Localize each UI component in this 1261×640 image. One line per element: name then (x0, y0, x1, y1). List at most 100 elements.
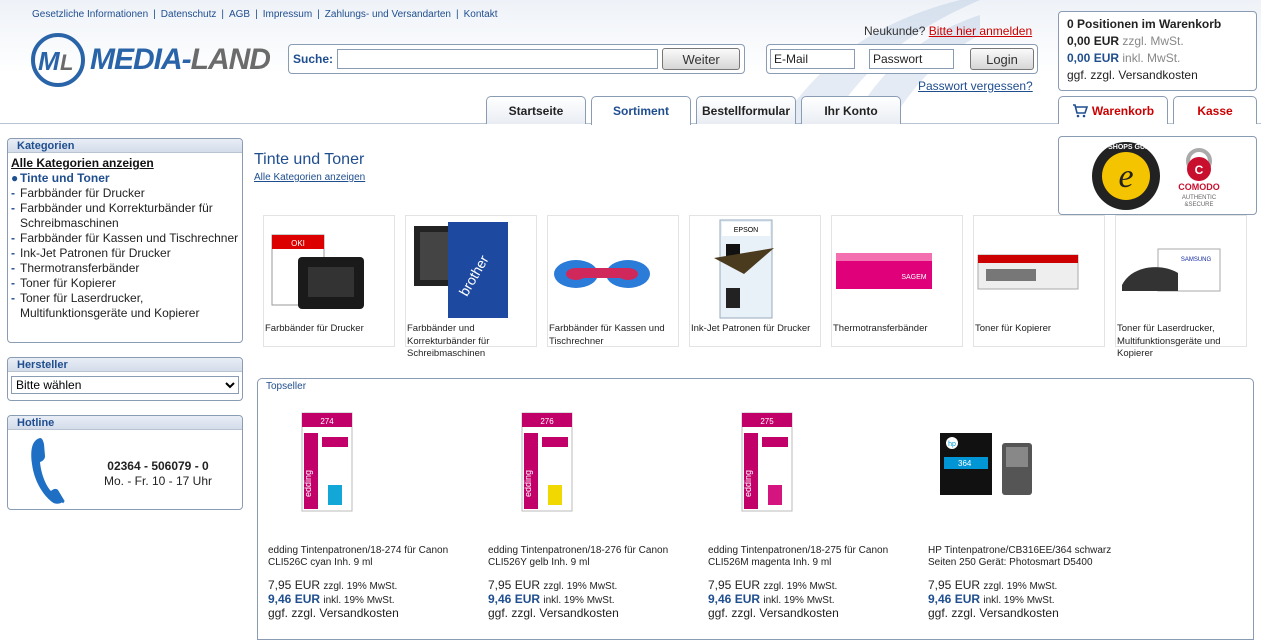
new-customer-text: Neukunde? (864, 24, 926, 38)
site-logo[interactable]: M L MEDIA-LAND (30, 32, 280, 88)
search-input[interactable] (337, 49, 659, 69)
dash-icon: - (11, 186, 15, 200)
category-tile-farbbaender-drucker[interactable]: OKI Farbbänder für Drucker (263, 215, 395, 347)
shopping-cart-icon (1072, 103, 1088, 117)
product-image: hp 364 (940, 433, 1032, 495)
category-tile-toner-kopierer[interactable]: Toner für Kopierer (973, 215, 1105, 347)
svg-text:L: L (60, 50, 73, 75)
product-shipping-note: ggf. zzgl. Versandkosten (928, 606, 1059, 620)
category-tile-label: Toner für Kopierer (975, 323, 1052, 334)
svg-text:edding: edding (743, 470, 753, 497)
product-badge: 275 (760, 417, 774, 426)
product-shipping-note: ggf. zzgl. Versandkosten (268, 606, 399, 620)
hotline-number: 02364 - 506079 - 0 (107, 459, 209, 473)
category-tile-kassen[interactable]: Farbbänder für Kassen und Tischrechner (547, 215, 679, 347)
tab-ihr-konto[interactable]: Ihr Konto (801, 96, 901, 124)
category-item-thermotransfer[interactable]: - Thermotransferbänder (11, 261, 239, 276)
svg-text:OKI: OKI (291, 239, 305, 248)
dash-icon: - (11, 261, 15, 275)
comodo-text-2: AUTHENTIC (1182, 195, 1217, 201)
product-name[interactable]: HP Tintenpatrone/CB316EE/364 schwarz Sei… (928, 545, 1138, 569)
product-net-price: 7,95 EUR zzgl. 19% MwSt. (708, 578, 838, 592)
comodo-text: COMODO (1178, 182, 1220, 192)
toplink-imprint[interactable]: Impressum (263, 9, 312, 20)
category-item-inkjet[interactable]: - Ink-Jet Patronen für Drucker (11, 246, 239, 261)
top-links: Gesetzliche Informationen | Datenschutz | AG… (32, 9, 498, 20)
category-tile-schreibmaschinen[interactable]: brother Farbbänder und Korrekturbänder f… (405, 215, 537, 359)
category-label: Farbbänder für Drucker (20, 186, 145, 200)
product-card[interactable]: hp 364 HP Tintenpatrone/CB316EE/364 schwar… (928, 407, 1138, 620)
category-label: Farbbänder für Kassen und Tischrechner (20, 231, 239, 245)
cart-net-label: zzgl. MwSt. (1122, 34, 1184, 48)
svg-text:EPSON: EPSON (734, 227, 759, 234)
product-net-price: 7,95 EUR zzgl. 19% MwSt. (928, 578, 1058, 592)
cart-gross-label: inkl. MwSt. (1122, 51, 1181, 65)
category-tile-toner-laser[interactable]: SAMSUNG Toner für Laserdrucker, Multifun… (1115, 215, 1247, 359)
cart-gross-amount: 0,00 EUR (1067, 51, 1120, 65)
toplink-agb[interactable]: AGB (229, 9, 250, 20)
tab-startseite[interactable]: Startseite (486, 96, 586, 124)
category-tile-label: Thermotransferbänder (833, 323, 928, 334)
site-header: Gesetzliche Informationen | Datenschutz | AG… (0, 0, 1261, 125)
password-field[interactable] (869, 49, 954, 69)
cart-shipping-note: ggf. zzgl. Versandkosten (1067, 68, 1198, 82)
category-label: Tinte und Toner (20, 171, 110, 185)
category-item-schreibmaschinen[interactable]: - Farbbänder und Korrekturbänder für Schr… (11, 201, 239, 231)
dash-icon: - (11, 246, 15, 260)
all-categories-link[interactable]: Alle Kategorien anzeigen (11, 156, 239, 171)
tab-sortiment[interactable]: Sortiment (591, 96, 691, 125)
category-tile-thermotransfer[interactable]: SAGEM Thermotransferbänder (831, 215, 963, 347)
search-label: Suche: (293, 52, 334, 66)
register-link[interactable]: Bitte hier anmelden (929, 24, 1032, 38)
product-badge: 276 (540, 417, 554, 426)
tab-bestellformular[interactable]: Bestellformular (696, 96, 796, 124)
category-label: Thermotransferbänder (20, 261, 140, 275)
toplink-privacy[interactable]: Datenschutz (161, 9, 217, 20)
login-box: Login (766, 44, 1038, 74)
category-label: Toner für Laserdrucker, Multifunktionsge… (20, 291, 200, 320)
product-image: 274 edding (301, 412, 353, 512)
toplink-legal[interactable]: Gesetzliche Informationen (32, 9, 148, 20)
product-name[interactable]: edding Tintenpatronen/18-274 für Canon C… (268, 545, 478, 569)
trust-badges: e TRUSTED SHOPS GUARANTEE C COMODO AUTHE… (1058, 136, 1257, 215)
product-card[interactable]: 274 edding edding Tintenpatronen/18-274 fü… (268, 407, 478, 620)
manufacturer-panel: Hersteller Bitte wählen (7, 357, 243, 401)
manufacturer-select[interactable]: Bitte wählen (11, 376, 239, 394)
all-categories-main-link[interactable]: Alle Kategorien anzeigen (254, 172, 365, 183)
dash-icon: - (11, 201, 15, 215)
comodo-text-3: &SECURE (1184, 202, 1213, 208)
svg-text:SAMSUNG: SAMSUNG (1181, 257, 1212, 263)
product-card[interactable]: 275 edding edding Tintenpatronen/18-275 fü… (708, 407, 918, 620)
product-gross-price: 9,46 EUR inkl. 19% MwSt. (708, 592, 835, 606)
product-name[interactable]: edding Tintenpatronen/18-275 für Canon C… (708, 545, 918, 569)
inkjet-cartridge-image: EPSON (714, 219, 774, 319)
category-item-tinte-toner[interactable]: ● Tinte und Toner (11, 171, 239, 186)
tab-kasse[interactable]: Kasse (1173, 96, 1257, 124)
copier-toner-image (977, 254, 1079, 290)
toplink-payment-shipping[interactable]: Zahlungs- und Versandarten (325, 9, 451, 20)
toplink-contact[interactable]: Kontakt (464, 9, 498, 20)
search-submit-button[interactable]: Weiter (662, 48, 740, 70)
login-button[interactable]: Login (970, 48, 1034, 70)
cart-tabs: Warenkorb Kasse (1058, 96, 1261, 124)
email-field[interactable] (770, 49, 855, 69)
password-forgot-link[interactable]: Passwort vergessen? (918, 79, 1033, 93)
product-card[interactable]: 276 edding edding Tintenpatronen/18-276 fü… (488, 407, 698, 620)
product-net-price: 7,95 EUR zzgl. 19% MwSt. (268, 578, 398, 592)
category-item-toner-laser[interactable]: - Toner für Laserdrucker, Multifunktionsg… (11, 291, 239, 321)
product-gross-price: 9,46 EUR inkl. 19% MwSt. (488, 592, 615, 606)
categories-title: Kategorien (8, 139, 242, 153)
page-title: Tinte und Toner (254, 151, 365, 168)
category-item-toner-kopierer[interactable]: - Toner für Kopierer (11, 276, 239, 291)
hotline-hours: Mo. - Fr. 10 - 17 Uhr (103, 474, 213, 488)
tab-warenkorb[interactable]: Warenkorb (1058, 96, 1168, 124)
topseller-title: Topseller (266, 381, 307, 392)
categories-panel: Kategorien Alle Kategorien anzeigen ● Tin… (7, 138, 243, 343)
category-tile-label: Farbbänder und Korrekturbänder für Schre… (407, 323, 490, 359)
product-name[interactable]: edding Tintenpatronen/18-276 für Canon C… (488, 545, 698, 569)
category-list: Alle Kategorien anzeigen ● Tinte und Tone… (8, 153, 242, 324)
logo-text: MEDIA-LAND (90, 43, 271, 76)
category-tile-inkjet[interactable]: EPSON Ink-Jet Patronen für Drucker (689, 215, 821, 347)
category-item-kassen[interactable]: - Farbbänder für Kassen und Tischrechner (11, 231, 239, 246)
category-item-farbbaender-drucker[interactable]: - Farbbänder für Drucker (11, 186, 239, 201)
